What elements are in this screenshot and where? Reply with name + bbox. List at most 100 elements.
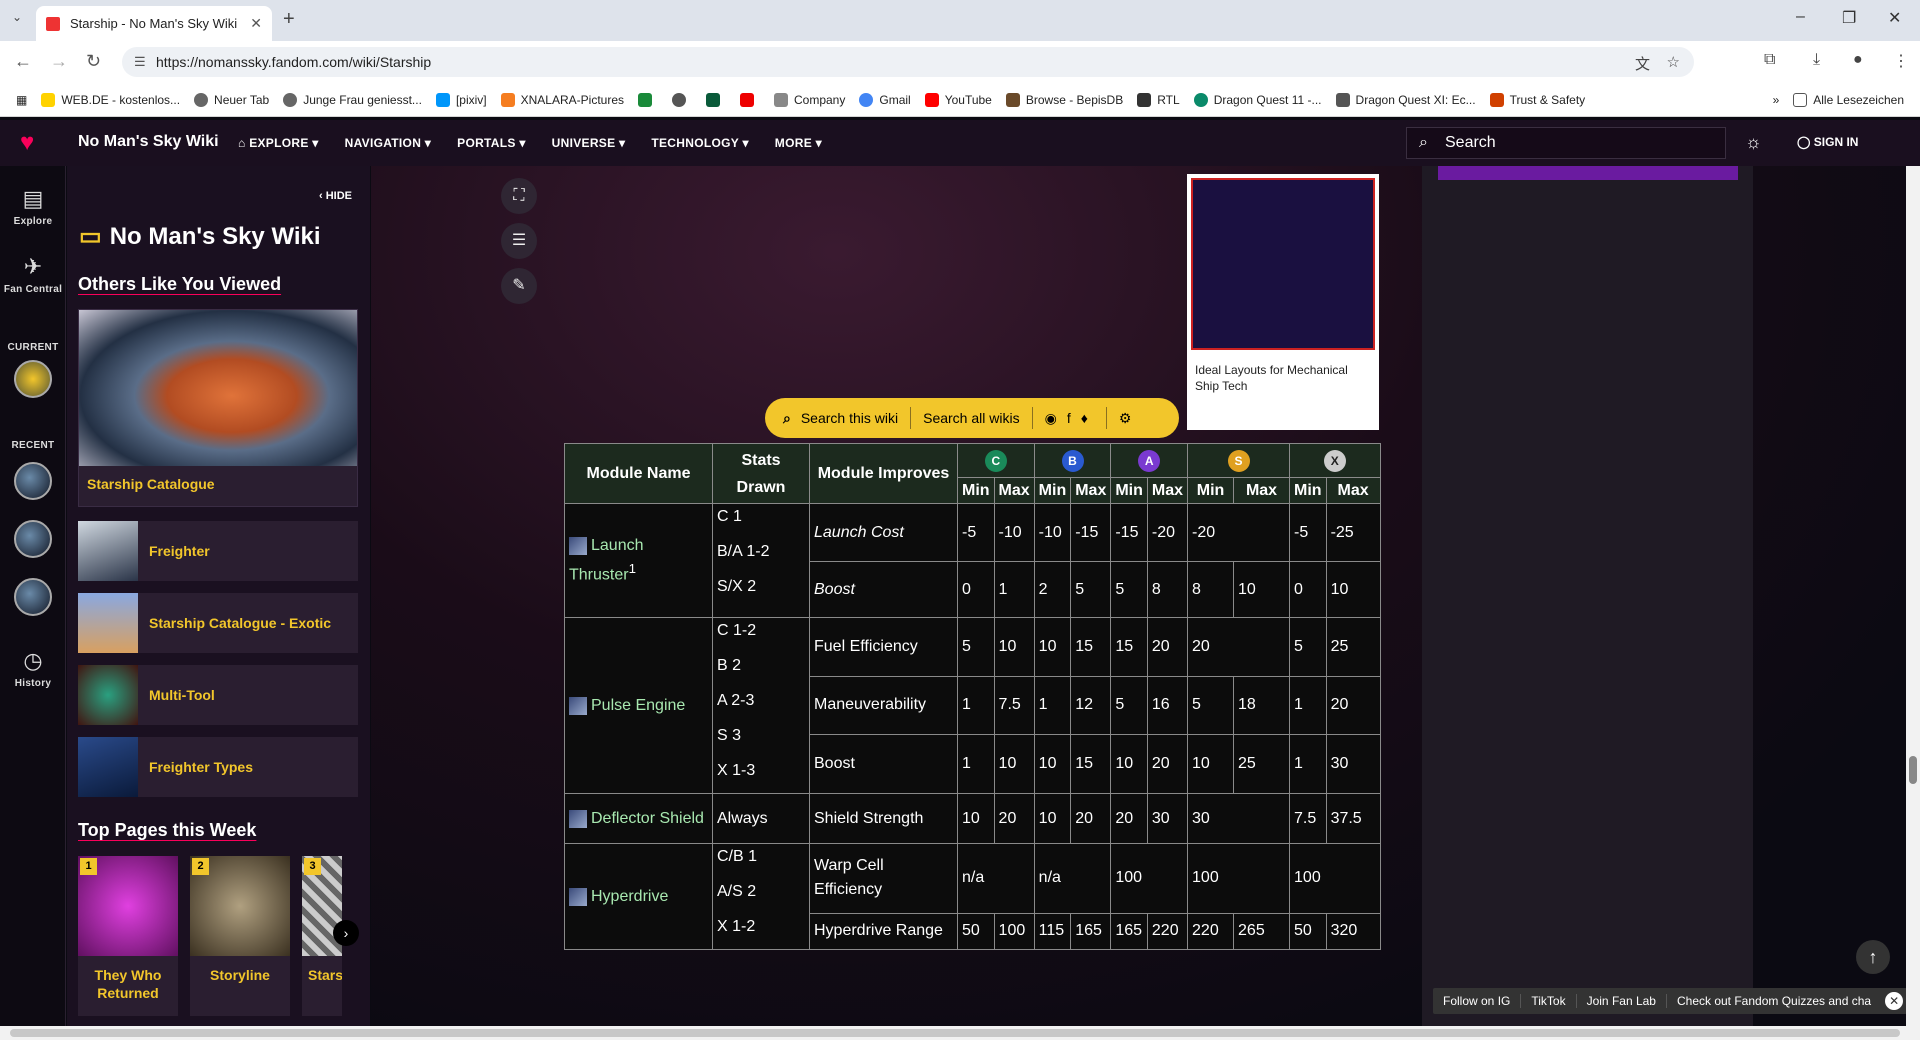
facebook-icon[interactable]: f bbox=[1067, 410, 1071, 426]
footnote-ref[interactable]: 1 bbox=[629, 561, 636, 576]
bookmark-4[interactable]: XNALARA-Pictures bbox=[500, 92, 624, 107]
hide-panel-button[interactable]: ‹ HIDE bbox=[319, 190, 352, 202]
list-item[interactable]: Freighter bbox=[78, 521, 358, 581]
image-caption: Ideal Layouts for Mechanical Ship Tech bbox=[1195, 363, 1348, 393]
more-bookmarks-icon[interactable]: » bbox=[1773, 93, 1780, 107]
bookmark-6[interactable] bbox=[672, 92, 692, 107]
apps-grid-icon[interactable]: ▦ bbox=[16, 93, 27, 107]
list-item[interactable]: Multi-Tool bbox=[78, 665, 358, 725]
bookmark-9[interactable]: Company bbox=[774, 92, 845, 107]
featured-card[interactable]: Starship Catalogue bbox=[78, 309, 358, 507]
header-max: Max bbox=[1233, 477, 1291, 504]
bookmark-0[interactable]: WEB.DE - kostenlos... bbox=[41, 92, 180, 107]
reload-icon[interactable]: ↻ bbox=[86, 51, 101, 72]
bookmark-8[interactable] bbox=[740, 92, 760, 107]
bookmark-16[interactable]: Trust & Safety bbox=[1489, 92, 1585, 107]
scroll-to-top-button[interactable]: ↑ bbox=[1856, 940, 1890, 974]
bookmark-7[interactable] bbox=[706, 92, 726, 107]
wiki-search-input[interactable]: ⌕ Search bbox=[1406, 127, 1726, 159]
toc-icon[interactable]: ☰ bbox=[501, 223, 537, 259]
site-info-icon[interactable]: ☰ bbox=[134, 54, 146, 70]
fullscreen-icon[interactable]: ⛶ bbox=[501, 178, 537, 214]
rail-history[interactable]: ◷ History bbox=[0, 648, 66, 689]
top-page-card[interactable]: 1 They Who Returned bbox=[78, 856, 178, 1016]
wiki-name[interactable]: No Man's Sky Wiki bbox=[78, 133, 219, 151]
layout-image-thumb[interactable]: Ideal Layouts for Mechanical Ship Tech bbox=[1187, 174, 1379, 430]
theme-toggle-icon[interactable]: ☼ bbox=[1745, 132, 1762, 153]
stats-drawn-value: A/S 2 bbox=[717, 883, 757, 900]
bookmark-14[interactable]: Dragon Quest 11 -... bbox=[1193, 92, 1322, 107]
bookmark-12[interactable]: Browse - BepisDB bbox=[1005, 92, 1123, 107]
value-cell: 265 bbox=[1233, 912, 1291, 951]
extensions-icon[interactable]: ⧉ bbox=[1764, 51, 1775, 69]
nav-more[interactable]: MORE ▾ bbox=[775, 136, 822, 150]
top-page-card[interactable]: 2 Storyline bbox=[190, 856, 290, 1016]
tiktok-link[interactable]: TikTok bbox=[1521, 994, 1577, 1008]
bookmark-3[interactable]: [pixiv] bbox=[435, 92, 487, 107]
translate-icon[interactable]: 文 bbox=[1635, 53, 1650, 74]
bookmark-1[interactable]: Neuer Tab bbox=[194, 92, 269, 107]
search-all-wikis-button[interactable]: Search all wikis bbox=[923, 410, 1019, 426]
chevron-right-icon[interactable]: › bbox=[333, 920, 359, 946]
module-link[interactable]: Pulse Engine bbox=[591, 697, 685, 714]
bookmark-2[interactable]: Junge Frau geniesst... bbox=[283, 92, 422, 107]
stats-drawn-value: S 3 bbox=[717, 727, 742, 744]
nav-navigation[interactable]: NAVIGATION ▾ bbox=[345, 136, 432, 150]
restore-icon[interactable]: ❐ bbox=[1842, 8, 1856, 28]
twitter-icon[interactable]: ♦ bbox=[1081, 410, 1088, 426]
module-link[interactable]: Hyperdrive bbox=[591, 888, 668, 905]
close-tab-icon[interactable]: ✕ bbox=[250, 15, 262, 32]
value-cell: 50 bbox=[957, 912, 995, 951]
bookmark-star-icon[interactable]: ☆ bbox=[1667, 53, 1680, 71]
rail-recent-1[interactable] bbox=[0, 462, 66, 500]
rail-fan-central[interactable]: ✈ Fan Central bbox=[0, 254, 66, 295]
header-stats-drawn: Stats Drawn bbox=[712, 443, 810, 504]
browser-tab[interactable]: Starship - No Man's Sky Wiki ✕ bbox=[36, 6, 272, 41]
class-b-icon: B bbox=[1061, 449, 1084, 472]
sign-in-button[interactable]: ◯ SIGN IN bbox=[1797, 135, 1858, 149]
follow-ig-link[interactable]: Follow on IG bbox=[1433, 994, 1522, 1008]
list-item[interactable]: Starship Catalogue - Exotic bbox=[78, 593, 358, 653]
bookmark-10[interactable]: Gmail bbox=[859, 92, 911, 107]
class-c-icon: C bbox=[984, 449, 1007, 472]
vertical-scrollbar[interactable] bbox=[1906, 166, 1920, 1026]
tab-search-icon[interactable]: ⌄ bbox=[12, 10, 22, 24]
bookmark-11[interactable]: YouTube bbox=[924, 92, 992, 107]
download-icon[interactable]: ⤓ bbox=[1813, 51, 1820, 69]
module-link[interactable]: Deflector Shield bbox=[591, 810, 704, 827]
bookmark-5[interactable] bbox=[638, 92, 658, 107]
settings-gear-icon[interactable]: ⚙ bbox=[1119, 410, 1132, 427]
nav-portals[interactable]: PORTALS ▾ bbox=[457, 136, 526, 150]
value-cell: 20 bbox=[1325, 675, 1381, 736]
chrome-menu-icon[interactable]: ⋮ bbox=[1893, 51, 1909, 71]
new-tab-icon[interactable]: + bbox=[283, 8, 295, 31]
rail-recent-3[interactable] bbox=[0, 578, 66, 616]
forward-icon[interactable]: → bbox=[50, 51, 68, 72]
bookmark-15[interactable]: Dragon Quest XI: Ec... bbox=[1335, 92, 1476, 107]
nav-universe[interactable]: UNIVERSE ▾ bbox=[552, 136, 626, 150]
join-fan-lab-link[interactable]: Join Fan Lab bbox=[1577, 994, 1667, 1008]
nav-technology[interactable]: TECHNOLOGY ▾ bbox=[651, 136, 748, 150]
nav-explore[interactable]: ⌂ EXPLORE ▾ bbox=[238, 136, 319, 150]
module-improves-cell: Maneuverability bbox=[809, 675, 958, 736]
minimize-icon[interactable]: – bbox=[1796, 8, 1805, 26]
profile-avatar-icon[interactable]: ● bbox=[1853, 51, 1863, 69]
reddit-icon[interactable]: ◉ bbox=[1045, 410, 1057, 427]
search-this-wiki-button[interactable]: Search this wiki bbox=[801, 410, 898, 426]
edit-pencil-icon[interactable]: ✎ bbox=[501, 268, 537, 304]
bookmark-13[interactable]: RTL bbox=[1137, 92, 1180, 107]
rail-explore[interactable]: ▤ Explore bbox=[0, 186, 66, 227]
quizzes-link[interactable]: Check out Fandom Quizzes and cha bbox=[1667, 994, 1881, 1008]
close-window-icon[interactable]: ✕ bbox=[1888, 8, 1901, 28]
url-bar[interactable]: ☰ https://nomanssky.fandom.com/wiki/Star… bbox=[122, 47, 1694, 77]
close-icon[interactable]: ✕ bbox=[1885, 992, 1904, 1010]
horizontal-scrollbar[interactable] bbox=[0, 1026, 1920, 1040]
all-bookmarks[interactable]: Alle Lesezeichen bbox=[1793, 92, 1904, 107]
back-icon[interactable]: ← bbox=[14, 51, 32, 72]
list-item[interactable]: Freighter Types bbox=[78, 737, 358, 797]
rail-recent-2[interactable] bbox=[0, 520, 66, 558]
ad-bar bbox=[1438, 166, 1738, 180]
rail-current-wiki[interactable] bbox=[0, 360, 66, 398]
fandom-logo-icon[interactable]: ♥ bbox=[20, 129, 34, 157]
others-heading: Others Like You Viewed bbox=[78, 274, 282, 294]
